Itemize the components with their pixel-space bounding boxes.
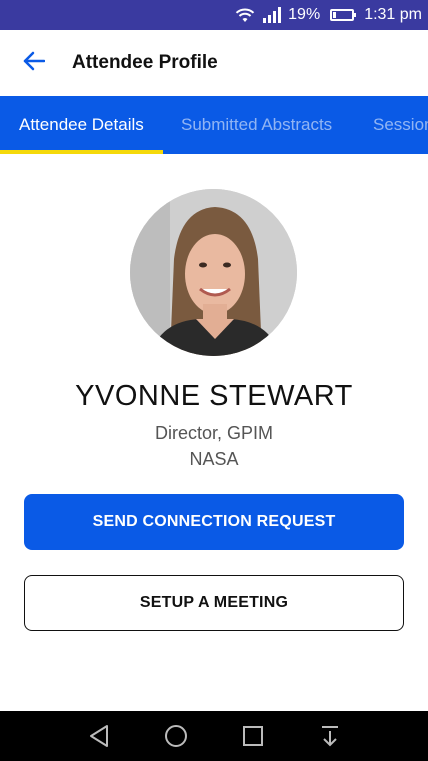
home-circle-icon[interactable]: [156, 716, 196, 756]
attendee-organization: NASA: [189, 449, 239, 469]
active-tab-indicator: [0, 150, 163, 154]
attendee-role: Director, GPIM: [154, 423, 274, 443]
clock: 1:31 pm: [364, 6, 422, 23]
status-bar: 19% 1:31 pm: [0, 0, 428, 30]
page-title: Attendee Profile: [72, 52, 218, 73]
tab-submitted-abstracts[interactable]: Submitted Abstracts: [181, 96, 332, 154]
notification-pull-icon[interactable]: [310, 716, 350, 756]
tab-sessions[interactable]: Sessions: [373, 96, 428, 154]
recents-square-icon[interactable]: [233, 716, 273, 756]
signal-icon: [262, 7, 282, 23]
battery-icon: [326, 9, 357, 21]
send-connection-request-button[interactable]: SEND CONNECTION REQUEST: [24, 494, 404, 550]
avatar: [130, 189, 297, 356]
attendee-name: YVONNE STEWART: [75, 380, 353, 412]
wifi-icon: [234, 7, 256, 23]
back-triangle-icon[interactable]: [79, 716, 119, 756]
back-button[interactable]: [12, 41, 56, 85]
setup-meeting-button[interactable]: SETUP A MEETING: [24, 575, 404, 631]
system-nav-bar: [0, 711, 428, 761]
tab-attendee-details[interactable]: Attendee Details: [19, 96, 144, 154]
battery-percent: 19%: [288, 6, 321, 23]
tab-bar: Attendee Details Submitted Abstracts Ses…: [0, 96, 428, 154]
app-bar: Attendee Profile: [0, 30, 428, 96]
arrow-left-icon: [23, 51, 46, 76]
